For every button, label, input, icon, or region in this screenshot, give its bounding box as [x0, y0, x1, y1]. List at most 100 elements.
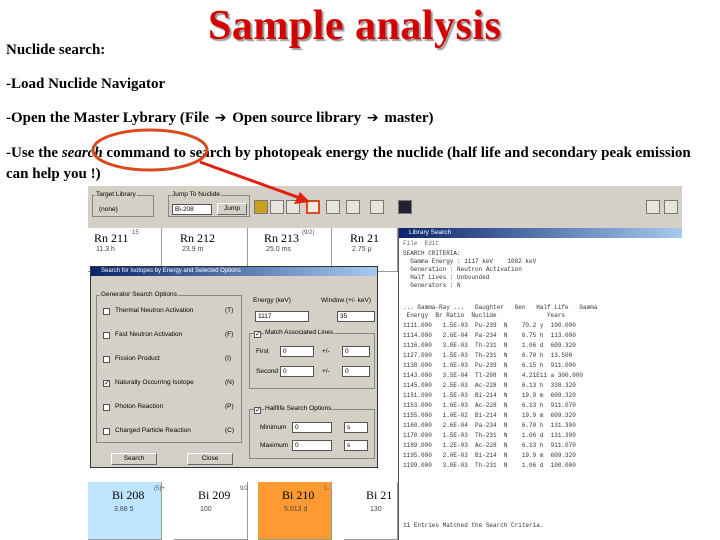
- fission-product-checkbox[interactable]: [103, 356, 110, 363]
- option-code: (I): [225, 355, 232, 362]
- bullet-load-navigator: -Load Nuclide Navigator: [6, 76, 166, 92]
- charged-particle-checkbox[interactable]: [103, 428, 110, 435]
- bullet-open-library-part2: Open source library: [232, 110, 362, 126]
- nuclide-spin: 9/2: [240, 486, 249, 492]
- nuclide-cell-bi209[interactable]: Bi 209 9/2 100: [174, 482, 248, 540]
- nuclide-abundance: 130: [370, 506, 382, 513]
- slide-title: Sample analysis: [208, 3, 502, 49]
- results-header: ... Gamma-Ray ... Daughter Gen Half Life…: [403, 304, 598, 311]
- fast-neutron-checkbox[interactable]: [103, 332, 110, 339]
- match-lines-label: Match Associated Lines: [264, 329, 335, 336]
- nuclide-abundance: 100: [200, 506, 212, 513]
- bullet-open-library-part1: -Open the Master Lybrary (File: [6, 110, 210, 126]
- photon-reaction-checkbox[interactable]: [103, 404, 110, 411]
- minimum-input[interactable]: 0: [292, 422, 332, 433]
- nuclide-name: Rn 212: [180, 231, 216, 245]
- table-row[interactable]: 1160.000 2.6E-04 Pa-234 N 6.70 h 131.300: [403, 422, 576, 429]
- second-window-input[interactable]: 0: [342, 366, 370, 377]
- option-code: (C): [225, 427, 235, 434]
- criteria-line: Gamma Energy : 1117 keV 1082 keV: [403, 258, 537, 265]
- option-code: (F): [225, 331, 234, 338]
- table-row[interactable]: 1195.000 2.0E-03 Bi-214 N 19.9 m 609.320: [403, 452, 576, 459]
- option-label: Naturally Occurring Isotope: [115, 379, 194, 386]
- nuclide-name: Rn 211: [94, 231, 129, 245]
- option-label: Thermal Neutron Activation: [115, 307, 194, 314]
- decay-icon[interactable]: [370, 200, 384, 214]
- table-row[interactable]: 1151.000 1.5E-03 Bi-214 N 19.9 m 609.320: [403, 392, 576, 399]
- navigator-screenshot: Target Library (none) Jump To Nuclide Bi…: [88, 186, 682, 540]
- maximum-unit-select[interactable]: s: [344, 440, 368, 451]
- library-menu[interactable]: File Edit: [403, 240, 439, 247]
- table-row[interactable]: 1138.000 1.0E-03 Pu-239 N 6.15 h 911.000: [403, 362, 576, 369]
- settings-icon[interactable]: [398, 200, 412, 214]
- table-row[interactable]: 1189.000 1.2E-03 Ac-228 N 6.13 h 911.070: [403, 442, 576, 449]
- energy-input[interactable]: 1117: [255, 311, 309, 322]
- maximum-input[interactable]: 0: [292, 440, 332, 451]
- nuclide-cell[interactable]: Bi 21 130: [344, 482, 398, 540]
- jump-nuclide-input[interactable]: Bi-208: [172, 204, 212, 215]
- option-label: Photon Reaction: [115, 403, 164, 410]
- criteria-line: Half Lives : Unbounded: [403, 274, 490, 281]
- nuclide-name: Rn 213: [264, 231, 300, 245]
- check-icon[interactable]: [646, 200, 660, 214]
- search-dialog-title: Search for Isotopes by Energy and Select…: [91, 267, 377, 276]
- window-input[interactable]: 35: [337, 311, 375, 322]
- window-label: Window (+/- keV): [321, 297, 372, 304]
- spectrum-icon[interactable]: [326, 200, 340, 214]
- naturally-occurring-checkbox[interactable]: ✓: [103, 380, 110, 387]
- search-button-label: Search: [123, 455, 145, 462]
- halflife-options-group: ✓ Halflife Search Options Minimum 0 s Ma…: [249, 405, 375, 459]
- peak-icon[interactable]: [346, 200, 360, 214]
- nuclide-spin: (9/2): [302, 230, 315, 236]
- bullet-search-part2: command to search by photopeak energy th…: [6, 145, 691, 182]
- maximum-label: Maximum: [260, 442, 289, 449]
- grid-icon[interactable]: [286, 200, 300, 214]
- close-button[interactable]: Close: [187, 453, 233, 465]
- jump-button[interactable]: Jump: [217, 203, 247, 215]
- nuclide-halflife: 11.3 h: [96, 246, 115, 253]
- first-line-input[interactable]: 0: [280, 346, 314, 357]
- first-window-input[interactable]: 0: [342, 346, 370, 357]
- second-line-input[interactable]: 0: [280, 366, 314, 377]
- target-library-value[interactable]: (none): [97, 205, 149, 215]
- target-library-label: Target Library: [95, 191, 137, 198]
- library-icon[interactable]: [254, 200, 268, 214]
- search-icon[interactable]: [306, 200, 320, 214]
- match-lines-group: ✓ Match Associated Lines First 0 +/- 0 S…: [249, 329, 375, 389]
- halflife-checkbox[interactable]: ✓: [254, 407, 261, 414]
- nuclide-name: Bi 21: [366, 488, 393, 502]
- nuclide-name: Bi 210: [282, 488, 315, 502]
- table-row[interactable]: 1145.000 2.5E-03 Ac-228 N 6.13 h 338.320: [403, 382, 576, 389]
- nuclide-halflife: 23.9 m: [182, 246, 204, 253]
- nuclide-cell-bi208[interactable]: Bi 208 (5)+ 3.68 5: [88, 482, 165, 540]
- search-button[interactable]: Search: [111, 453, 157, 465]
- target-library-group: Target Library (none): [92, 191, 154, 217]
- table-row[interactable]: 1114.000 2.6E-04 Pa-234 N 6.75 h 113.000: [403, 332, 576, 339]
- library-search-window: Library Search File Edit SEARCH CRITERIA…: [398, 228, 682, 540]
- table-row[interactable]: 1199.000 3.0E-03 Th-231 N 1.06 d 100.000: [403, 462, 576, 469]
- nuclide-spin: 15: [132, 230, 139, 236]
- close-icon[interactable]: [664, 200, 678, 214]
- table-row[interactable]: 1155.000 1.0E-02 Bi-214 N 19.9 m 609.320: [403, 412, 576, 419]
- first-label: First: [256, 348, 269, 355]
- option-code: (N): [225, 379, 235, 386]
- table-row[interactable]: 1111.000 1.5E-03 Pu-239 N 70.2 y 100.000: [403, 322, 576, 329]
- table-row[interactable]: 1170.000 1.5E-03 Th-231 N 1.06 d 131.300: [403, 432, 576, 439]
- minimum-unit-select[interactable]: s: [344, 422, 368, 433]
- search-dialog: Search for Isotopes by Energy and Select…: [90, 266, 378, 468]
- match-lines-checkbox[interactable]: ✓: [254, 331, 261, 338]
- nuclide-spin: (5)+: [154, 486, 165, 492]
- table-row[interactable]: 1143.000 3.5E-04 Tl-208 N 4.21E11 a 300.…: [403, 372, 583, 379]
- option-code: (T): [225, 307, 234, 314]
- nuclide-cell-bi210[interactable]: Bi 210 1- 5.013 d: [258, 482, 332, 540]
- table-row[interactable]: 1116.000 3.0E-03 Th-231 N 1.06 d 609.320: [403, 342, 576, 349]
- bullet-open-library-part3: master): [384, 110, 434, 126]
- generator-options-label: Generator Search Options: [100, 291, 178, 298]
- criteria-line: Generation : Neutron Activation: [403, 266, 522, 273]
- table-row[interactable]: 1127.000 1.5E-03 Th-231 N 6.70 h 13.500: [403, 352, 572, 359]
- chart-icon[interactable]: [270, 200, 284, 214]
- right-arrow-icon: ➔: [366, 110, 379, 126]
- thermal-neutron-checkbox[interactable]: [103, 308, 110, 315]
- table-row[interactable]: 1153.000 1.6E-03 Ac-228 N 6.13 h 911.070: [403, 402, 576, 409]
- nuclide-halflife: 5.013 d: [284, 506, 308, 513]
